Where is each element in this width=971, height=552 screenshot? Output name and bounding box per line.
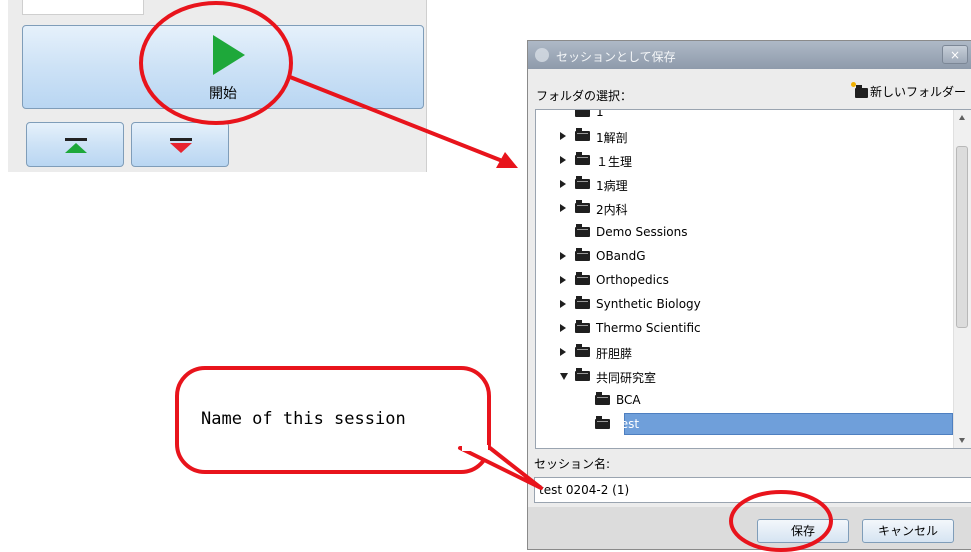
tree-item[interactable]: 2内科 [536, 196, 953, 220]
new-folder-label: 新しいフォルダー [869, 85, 966, 99]
folder-select-label: フォルダの選択： [536, 89, 633, 103]
close-button[interactable]: × [942, 45, 968, 64]
folder-icon [575, 176, 590, 189]
scroll-up-icon[interactable] [959, 115, 965, 120]
dialog-titlebar: セッションとして保存 × [528, 41, 971, 69]
toolbar-top-field [22, 0, 144, 15]
expanded-arrow-icon[interactable] [560, 373, 568, 380]
dialog-footer: 保存 キャンセル [528, 507, 971, 549]
folder-icon [575, 110, 590, 117]
new-folder-button[interactable]: 新しいフォルダー [850, 81, 966, 100]
move-to-bottom-icon [170, 138, 192, 154]
session-name-label: セッション名: [534, 457, 611, 471]
tree-scrollbar[interactable] [953, 110, 971, 448]
tree-item-label: Demo Sessions [596, 225, 688, 239]
collapsed-arrow-icon[interactable] [560, 156, 566, 164]
start-button[interactable]: 開始 [22, 25, 424, 109]
tree-item[interactable]: OBandG [536, 244, 953, 268]
start-button-label: 開始 [209, 86, 237, 102]
save-session-dialog: セッションとして保存 × フォルダの選択： 新しいフォルダー test BCA 共同… [527, 40, 971, 550]
tree-item-label: 1解剖 [596, 131, 628, 145]
scroll-down-icon[interactable] [959, 438, 965, 443]
folder-tree[interactable]: test BCA 共同研究室 肝胆膵 Thermo Scientific Syntheti… [535, 109, 971, 449]
folder-icon [575, 272, 590, 285]
folder-icon [575, 200, 590, 213]
tree-item[interactable]: Thermo Scientific [536, 316, 953, 340]
folder-icon [595, 416, 610, 429]
session-name-input[interactable] [534, 477, 971, 503]
folder-icon [575, 152, 590, 165]
tree-item-label: test [616, 417, 640, 431]
tree-item[interactable]: 共同研究室 [536, 364, 953, 388]
tree-item[interactable]: Demo Sessions [536, 220, 953, 244]
tree-item[interactable]: Synthetic Biology [536, 292, 953, 316]
tree-item[interactable]: 1病理 [536, 172, 953, 196]
play-icon [213, 35, 245, 75]
folder-icon [575, 224, 590, 237]
scroll-thumb[interactable] [956, 146, 968, 328]
move-to-top-button[interactable] [26, 122, 124, 167]
folder-icon [575, 344, 590, 357]
tree-item-label: Orthopedics [596, 273, 669, 287]
move-to-top-icon [65, 138, 87, 154]
new-folder-icon [850, 81, 868, 98]
tree-item-label: 1 [596, 109, 604, 119]
tree-item-label: 肝胆膵 [596, 347, 633, 361]
collapsed-arrow-icon[interactable] [560, 180, 566, 188]
tree-item[interactable]: 1 [536, 109, 953, 124]
folder-icon [595, 392, 610, 405]
folder-icon [575, 368, 590, 381]
tree-item-label: OBandG [596, 249, 646, 263]
tree-item[interactable]: BCA [536, 388, 953, 412]
tree-item[interactable]: １生理 [536, 148, 953, 172]
folder-icon [575, 248, 590, 261]
cancel-button[interactable]: キャンセル [862, 519, 954, 543]
annotation-callout: Name of this session [175, 366, 491, 474]
dialog-title: セッションとして保存 [556, 50, 676, 64]
collapsed-arrow-icon[interactable] [560, 132, 566, 140]
toolbar-panel: 開始 [8, 0, 427, 172]
collapsed-arrow-icon[interactable] [560, 276, 566, 284]
save-button[interactable]: 保存 [757, 519, 849, 543]
tree-item-label: BCA [616, 393, 641, 407]
selection-highlight [624, 413, 953, 435]
tree-item-label: 1病理 [596, 179, 628, 193]
tree-item[interactable]: 肝胆膵 [536, 340, 953, 364]
tree-item[interactable]: Orthopedics [536, 268, 953, 292]
collapsed-arrow-icon[interactable] [560, 252, 566, 260]
tree-item-label: Thermo Scientific [596, 321, 701, 335]
folder-icon [575, 296, 590, 309]
folder-icon [575, 320, 590, 333]
tree-item-label: Synthetic Biology [596, 297, 701, 311]
tree-item-label: 共同研究室 [596, 371, 657, 385]
annotation-arrow-head [496, 152, 518, 168]
collapsed-arrow-icon[interactable] [560, 348, 566, 356]
collapsed-arrow-icon[interactable] [560, 204, 566, 212]
app-icon [535, 48, 549, 62]
collapsed-arrow-icon[interactable] [560, 300, 566, 308]
folder-icon [575, 128, 590, 141]
tree-item-label: １生理 [596, 155, 633, 169]
move-to-bottom-button[interactable] [131, 122, 229, 167]
tree-item-label: 2内科 [596, 203, 628, 217]
tree-item[interactable]: 1解剖 [536, 124, 953, 148]
collapsed-arrow-icon[interactable] [560, 324, 566, 332]
tree-item[interactable]: test [536, 412, 953, 436]
annotation-callout-text: Name of this session [201, 409, 406, 429]
